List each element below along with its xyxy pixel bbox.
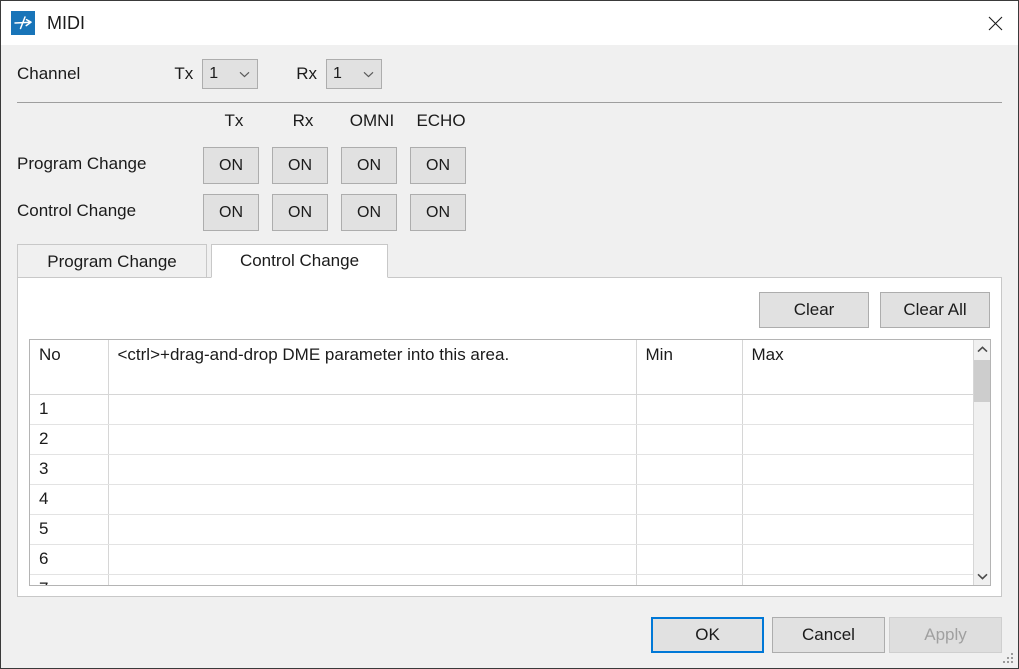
cell-min[interactable] [636, 424, 742, 454]
midi-switch-matrix: Tx Rx OMNI ECHO Program Change ON ON ON … [1, 111, 1018, 237]
title-bar: MIDI [1, 1, 1018, 45]
cell-max[interactable] [742, 454, 974, 484]
channel-row: Channel Tx 1 Rx 1 [1, 45, 1018, 103]
cell-parameter[interactable] [108, 484, 636, 514]
channel-label: Channel [17, 64, 80, 84]
cell-parameter[interactable] [108, 394, 636, 424]
table-row[interactable]: 4 [30, 484, 974, 514]
table-row[interactable]: 1 [30, 394, 974, 424]
chevron-down-icon[interactable] [974, 567, 990, 585]
cell-min[interactable] [636, 484, 742, 514]
midi-dialog-window: MIDI Channel Tx 1 Rx 1 Tx Rx [0, 0, 1019, 669]
matrix-row-program-change: Program Change ON ON ON ON [1, 143, 1018, 190]
channel-tx-label: Tx [174, 64, 193, 84]
table-body: 1 2 3 [30, 394, 974, 586]
program-change-tx-toggle[interactable]: ON [203, 147, 259, 184]
table-vertical-scrollbar[interactable] [973, 340, 990, 585]
control-change-panel: Clear Clear All No <ctrl>+drag-and-drop … [17, 277, 1002, 597]
matrix-row-label: Control Change [17, 201, 136, 221]
cell-no: 5 [30, 514, 108, 544]
clear-all-button[interactable]: Clear All [880, 292, 990, 328]
channel-rx-value: 1 [333, 65, 342, 83]
control-change-omni-toggle[interactable]: ON [341, 194, 397, 231]
cell-min[interactable] [636, 394, 742, 424]
channel-tx-select[interactable]: 1 [202, 59, 258, 89]
control-change-echo-toggle[interactable]: ON [410, 194, 466, 231]
matrix-col-echo: ECHO [410, 111, 472, 131]
program-change-omni-toggle[interactable]: ON [341, 147, 397, 184]
tab-label: Program Change [47, 252, 176, 272]
cell-parameter[interactable] [108, 514, 636, 544]
cell-parameter[interactable] [108, 424, 636, 454]
table-row[interactable]: 5 [30, 514, 974, 544]
table-grid: No <ctrl>+drag-and-drop DME parameter in… [30, 340, 974, 586]
program-change-rx-toggle[interactable]: ON [272, 147, 328, 184]
cell-max[interactable] [742, 544, 974, 574]
chevron-down-icon [239, 65, 250, 83]
cell-no: 4 [30, 484, 108, 514]
channel-rx-label: Rx [296, 64, 317, 84]
tab-control-change[interactable]: Control Change [211, 244, 388, 278]
chevron-down-icon [363, 65, 374, 83]
cell-no: 3 [30, 454, 108, 484]
table-header-row: No <ctrl>+drag-and-drop DME parameter in… [30, 340, 974, 394]
cell-max[interactable] [742, 394, 974, 424]
tab-bar: Program Change Control Change [17, 244, 1002, 278]
clear-button[interactable]: Clear [759, 292, 869, 328]
cell-max[interactable] [742, 574, 974, 586]
control-change-rx-toggle[interactable]: ON [272, 194, 328, 231]
table-row[interactable]: 2 [30, 424, 974, 454]
dialog-footer: OK Cancel Apply [1, 601, 1018, 668]
cell-min[interactable] [636, 544, 742, 574]
cell-no: 2 [30, 424, 108, 454]
cell-parameter[interactable] [108, 454, 636, 484]
resize-grip-icon[interactable] [1003, 653, 1015, 665]
cell-min[interactable] [636, 454, 742, 484]
matrix-row-label: Program Change [17, 154, 146, 174]
cell-min[interactable] [636, 574, 742, 586]
table-row[interactable]: 3 [30, 454, 974, 484]
column-header-max: Max [742, 340, 974, 394]
column-header-no: No [30, 340, 108, 394]
cell-no: 6 [30, 544, 108, 574]
cell-min[interactable] [636, 514, 742, 544]
channel-rx-select[interactable]: 1 [326, 59, 382, 89]
cell-no: 7 [30, 574, 108, 586]
cell-parameter[interactable] [108, 574, 636, 586]
tab-label: Control Change [240, 251, 359, 271]
scrollbar-thumb[interactable] [974, 360, 990, 402]
control-change-tx-toggle[interactable]: ON [203, 194, 259, 231]
close-icon[interactable] [972, 1, 1018, 45]
table-row[interactable]: 7 [30, 574, 974, 586]
cell-parameter[interactable] [108, 544, 636, 574]
column-header-min: Min [636, 340, 742, 394]
window-title: MIDI [47, 13, 85, 34]
cc-assignment-table: No <ctrl>+drag-and-drop DME parameter in… [29, 339, 991, 586]
cancel-button[interactable]: Cancel [772, 617, 885, 653]
program-change-echo-toggle[interactable]: ON [410, 147, 466, 184]
apply-button: Apply [889, 617, 1002, 653]
matrix-row-control-change: Control Change ON ON ON ON [1, 190, 1018, 237]
column-header-param: <ctrl>+drag-and-drop DME parameter into … [108, 340, 636, 394]
midi-app-icon [11, 11, 35, 35]
matrix-col-omni: OMNI [341, 111, 403, 131]
channel-tx-value: 1 [209, 65, 218, 83]
cell-max[interactable] [742, 484, 974, 514]
table-row[interactable]: 6 [30, 544, 974, 574]
ok-button[interactable]: OK [651, 617, 764, 653]
section-divider [17, 102, 1002, 103]
matrix-col-rx: Rx [272, 111, 334, 131]
cell-max[interactable] [742, 424, 974, 454]
matrix-column-headers: Tx Rx OMNI ECHO [1, 111, 1018, 143]
matrix-col-tx: Tx [203, 111, 265, 131]
cell-no: 1 [30, 394, 108, 424]
cell-max[interactable] [742, 514, 974, 544]
chevron-up-icon[interactable] [974, 340, 990, 358]
tab-program-change[interactable]: Program Change [17, 244, 207, 278]
